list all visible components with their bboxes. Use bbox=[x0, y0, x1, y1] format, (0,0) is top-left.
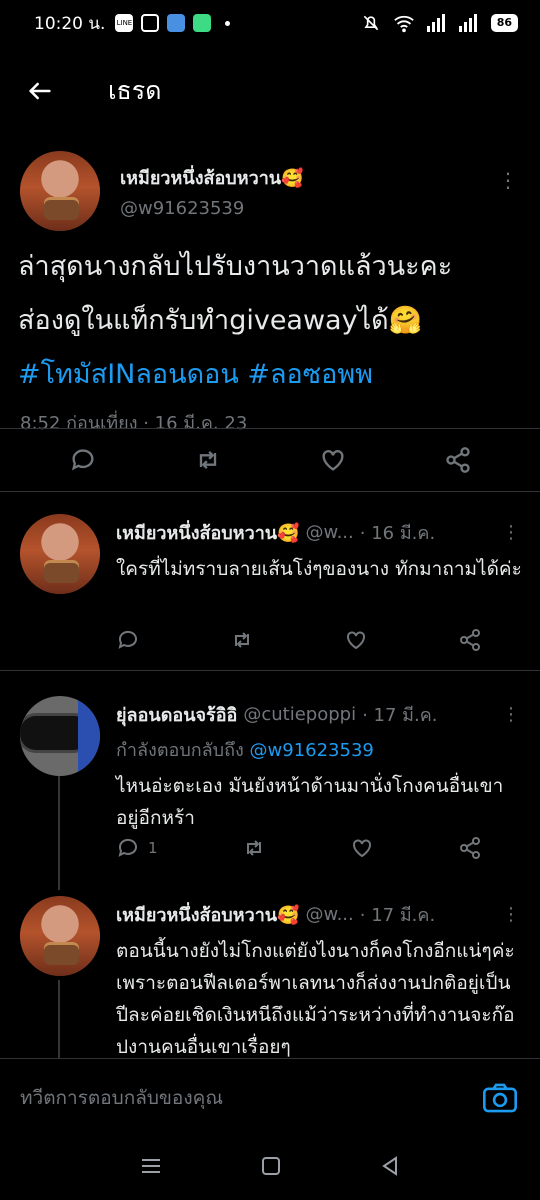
author-handle[interactable]: @w... bbox=[306, 904, 354, 925]
share-icon[interactable] bbox=[458, 628, 482, 652]
home-button[interactable] bbox=[261, 1156, 281, 1180]
camera-icon bbox=[483, 1083, 517, 1112]
home-icon bbox=[261, 1157, 280, 1175]
reply-compose-bar bbox=[0, 1058, 540, 1136]
status-bar: 10:20 น. LINE 86 bbox=[0, 0, 540, 46]
system-nav-bar bbox=[0, 1136, 540, 1200]
reply-icon[interactable]: 1 bbox=[116, 836, 158, 860]
reply-actions: 1 bbox=[116, 836, 482, 860]
reply-icon[interactable] bbox=[116, 628, 140, 652]
reply-icon[interactable] bbox=[69, 446, 97, 474]
more-options-icon[interactable]: ⋮ bbox=[502, 704, 522, 725]
author-handle[interactable]: @w... bbox=[306, 522, 354, 543]
reply-text: ใครที่ไม่ทราบลายเส้นโง่ๆของนาง ทักมาถามไ… bbox=[116, 558, 522, 580]
author-display-name[interactable]: เหมียวหนึ่งส้อบหวาน🥰 bbox=[116, 900, 300, 929]
author-display-name[interactable]: ยุ่ลอนดอนจร้อิอิ bbox=[116, 700, 237, 729]
replying-to-label: กำลังตอบกลับถึง bbox=[116, 740, 244, 761]
tweet-text-line: ส่องดูในแท็กรับทำgiveawayได้🤗 bbox=[18, 305, 423, 336]
more-options-icon[interactable]: ⋮ bbox=[502, 522, 522, 543]
avatar[interactable] bbox=[20, 896, 100, 976]
back-triangle-icon bbox=[382, 1156, 398, 1176]
avatar[interactable] bbox=[20, 151, 100, 231]
back-arrow-icon bbox=[29, 82, 51, 100]
share-icon[interactable] bbox=[458, 836, 482, 860]
retweet-icon[interactable] bbox=[194, 446, 222, 474]
reply-actions bbox=[116, 628, 482, 652]
hashtag-link[interactable]: #โทมัสINลอนดอน bbox=[18, 359, 239, 390]
reply-date: · 17 มี.ค. bbox=[359, 905, 436, 926]
replying-to-handle[interactable]: @w91623539 bbox=[250, 740, 374, 761]
author-display-name[interactable]: เหมียวหนึ่งส้อบหวาน🥰 bbox=[120, 163, 304, 192]
system-back-button[interactable] bbox=[380, 1156, 400, 1180]
author-handle[interactable]: @cutiepoppi bbox=[243, 704, 356, 725]
like-icon[interactable] bbox=[344, 628, 368, 652]
like-icon[interactable] bbox=[350, 836, 374, 860]
battery-icon: 86 bbox=[490, 14, 518, 32]
notification-dot-icon bbox=[225, 20, 231, 26]
tweet-actions bbox=[0, 428, 540, 492]
replying-to: กำลังตอบกลับถึง @w91623539 bbox=[116, 735, 522, 764]
more-options-icon[interactable]: ⋮ bbox=[498, 168, 520, 192]
line-icon: LINE bbox=[115, 14, 134, 32]
page-title: เธรด bbox=[108, 76, 162, 105]
back-button[interactable] bbox=[0, 46, 80, 136]
game-icon bbox=[141, 14, 160, 32]
retweet-icon[interactable] bbox=[242, 836, 266, 860]
status-time: 10:20 น. bbox=[34, 13, 106, 34]
divider bbox=[0, 670, 540, 671]
mute-icon bbox=[363, 15, 378, 31]
hashtag-link[interactable]: #ลอซอพพ bbox=[247, 359, 373, 390]
reply-text: ไหนอ่ะตะเอง มันยังหน้าด้านมานั่งโกงคนอื่… bbox=[116, 775, 504, 829]
app-icon bbox=[167, 14, 186, 32]
share-icon[interactable] bbox=[444, 446, 472, 474]
status-app-icons: LINE bbox=[115, 14, 231, 32]
reply-tweet[interactable]: เหมียวหนึ่งส้อบหวาน🥰 @w... · 16 มี.ค. ⋮ … bbox=[0, 508, 540, 670]
avatar[interactable] bbox=[20, 514, 100, 594]
signal-2-icon bbox=[458, 14, 477, 32]
recent-apps-button[interactable] bbox=[140, 1156, 162, 1180]
reply-tweet[interactable]: เหมียวหนึ่งส้อบหวาน🥰 @w... · 17 มี.ค. ⋮ … bbox=[0, 890, 540, 1058]
camera-button[interactable] bbox=[480, 1078, 520, 1118]
author-handle[interactable]: @w91623539 bbox=[120, 198, 304, 219]
tweet-text-line: ล่าสุดนางกลับไปรับงานวาดแล้วนะคะ bbox=[18, 251, 453, 282]
reply-date: · 16 มี.ค. bbox=[359, 523, 436, 544]
main-tweet: เหมียวหนึ่งส้อบหวาน🥰 @w91623539 ⋮ ล่าสุด… bbox=[0, 138, 540, 492]
reply-tweet[interactable]: ยุ่ลอนดอนจร้อิอิ @cutiepoppi · 17 มี.ค. … bbox=[0, 690, 540, 890]
reply-date: · 17 มี.ค. bbox=[362, 705, 438, 726]
wifi-icon bbox=[393, 15, 414, 33]
author-display-name[interactable]: เหมียวหนึ่งส้อบหวาน🥰 bbox=[116, 518, 300, 547]
avatar[interactable] bbox=[20, 696, 100, 776]
menu-icon bbox=[141, 1159, 160, 1173]
like-icon[interactable] bbox=[319, 446, 347, 474]
chat-icon bbox=[193, 14, 212, 32]
more-options-icon[interactable]: ⋮ bbox=[502, 904, 522, 925]
signal-icon bbox=[426, 14, 445, 32]
tweet-text: ล่าสุดนางกลับไปรับงานวาดแล้วนะคะ ส่องดูใ… bbox=[0, 228, 540, 402]
reply-count: 1 bbox=[148, 839, 158, 857]
app-header: เธรด bbox=[0, 46, 540, 136]
retweet-icon[interactable] bbox=[230, 628, 254, 652]
reply-input[interactable] bbox=[20, 1086, 480, 1109]
reply-text: ตอนนี้นางยังไม่โกงแต่ยังไงนางก็คงโกงอีกแ… bbox=[116, 940, 515, 1058]
